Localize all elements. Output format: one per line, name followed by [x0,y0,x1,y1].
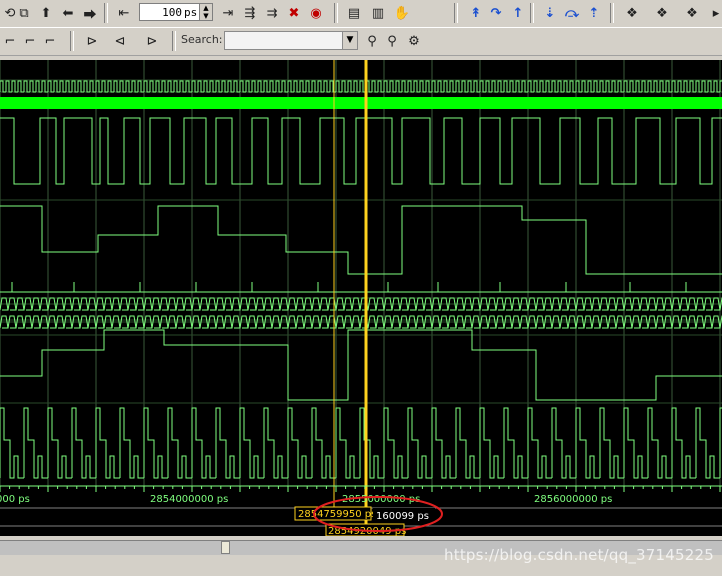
layout-select-2-icon[interactable]: ❖ [652,3,672,23]
time-label-1: 2854000000 ps [150,494,228,505]
fast-clock-signal [0,80,722,93]
cursor-1-time: 2854759950 ps [298,509,376,520]
edge-rise-icon[interactable]: ⌐ [0,31,20,51]
edge-fall-icon[interactable]: ⌐ [20,31,40,51]
step-in-icon[interactable]: ⇣ [540,3,560,23]
chevron-down-icon[interactable]: ▼ [342,32,357,49]
delete-cursor-icon[interactable]: ⊲ [110,31,130,51]
spinner-arrows-icon[interactable]: ▲ ▼ [199,4,212,20]
waveform-panel[interactable]: 000 ps 2854000000 ps 2855000000 ps 28560… [0,60,722,537]
layout-select-icon[interactable]: ❖ [622,3,642,23]
step-out-icon[interactable]: ⤼ [562,3,582,23]
zoom-value: 100 [162,6,182,19]
time-label-0: 000 ps [0,494,30,505]
run-length-icon[interactable]: ⇤ [114,3,134,23]
bus-signal [0,97,722,109]
step-next-icon[interactable]: ⇡ [584,3,604,23]
layout-select-3-icon[interactable]: ❖ [682,3,702,23]
next-edge-icon[interactable]: ↑ [508,3,528,23]
time-label-3: 2856000000 ps [534,494,612,505]
waveform-canvas[interactable]: 000 ps 2854000000 ps 2855000000 ps 28560… [0,60,722,537]
layout-icon[interactable]: ▥ [368,3,388,23]
scrollbar-thumb[interactable] [221,541,230,554]
data-signal-2 [0,407,722,479]
pulse-signal [0,282,722,293]
step-over-icon[interactable]: ⇶ [240,3,260,23]
watermark: https://blog.csdn.net/qq_37145225 [444,546,714,564]
continue-icon[interactable]: ⇉ [262,3,282,23]
slow-signal-2 [0,329,722,401]
back-arrow-icon[interactable]: ⬅ [58,3,78,23]
cursor-delta: 160099 ps [376,511,429,522]
edge-any-icon[interactable]: ⌐ [40,31,60,51]
search-prev-icon[interactable]: ⚲ [362,31,382,51]
insert-cursor-icon[interactable]: ⊳ [82,31,102,51]
zoom-unit: ps [184,6,198,19]
prev-edge-icon[interactable]: ↟ [466,3,486,23]
up-arrow-icon[interactable]: ⬆ [36,3,56,23]
hand-icon[interactable]: ✋ [392,3,412,23]
step-icon[interactable]: ⇥ [218,3,238,23]
search-input[interactable]: ▼ [224,31,358,50]
more-icon[interactable]: ▸ [706,3,722,23]
loop-icon[interactable]: ↷ [486,3,506,23]
search-label: Search: [181,33,223,46]
stop-icon[interactable]: ◉ [306,3,326,23]
break-icon[interactable]: ✖ [284,3,304,23]
slow-signal-1 [0,205,722,275]
find-cursor-icon[interactable]: ⊳ [142,31,162,51]
data-signal-1 [0,117,722,185]
status-area: https://blog.csdn.net/qq_37145225 [0,536,722,576]
main-toolbar: ⟲ ⧉ ⬆ ⬅ ⮕ ⇤ 100 ps ▲ ▼ ⇥ ⇶ ⇉ ✖ ◉ ▤ ▥ ✋ ↟ … [0,0,722,28]
search-next-icon[interactable]: ⚲ [382,31,402,51]
search-options-icon[interactable]: ⚙ [404,31,424,51]
copy-icon[interactable]: ⧉ [14,3,34,23]
zoom-spinner[interactable]: 100 ps ▲ ▼ [139,3,213,21]
forward-arrow-icon[interactable]: ⮕ [80,3,100,23]
wave-options-icon[interactable]: ▤ [344,3,364,23]
wave-toolbar: ⌐ ⌐ ⌐ ⊳ ⊲ ⊳ Search: ▼ ⚲ ⚲ ⚙ [0,27,722,56]
